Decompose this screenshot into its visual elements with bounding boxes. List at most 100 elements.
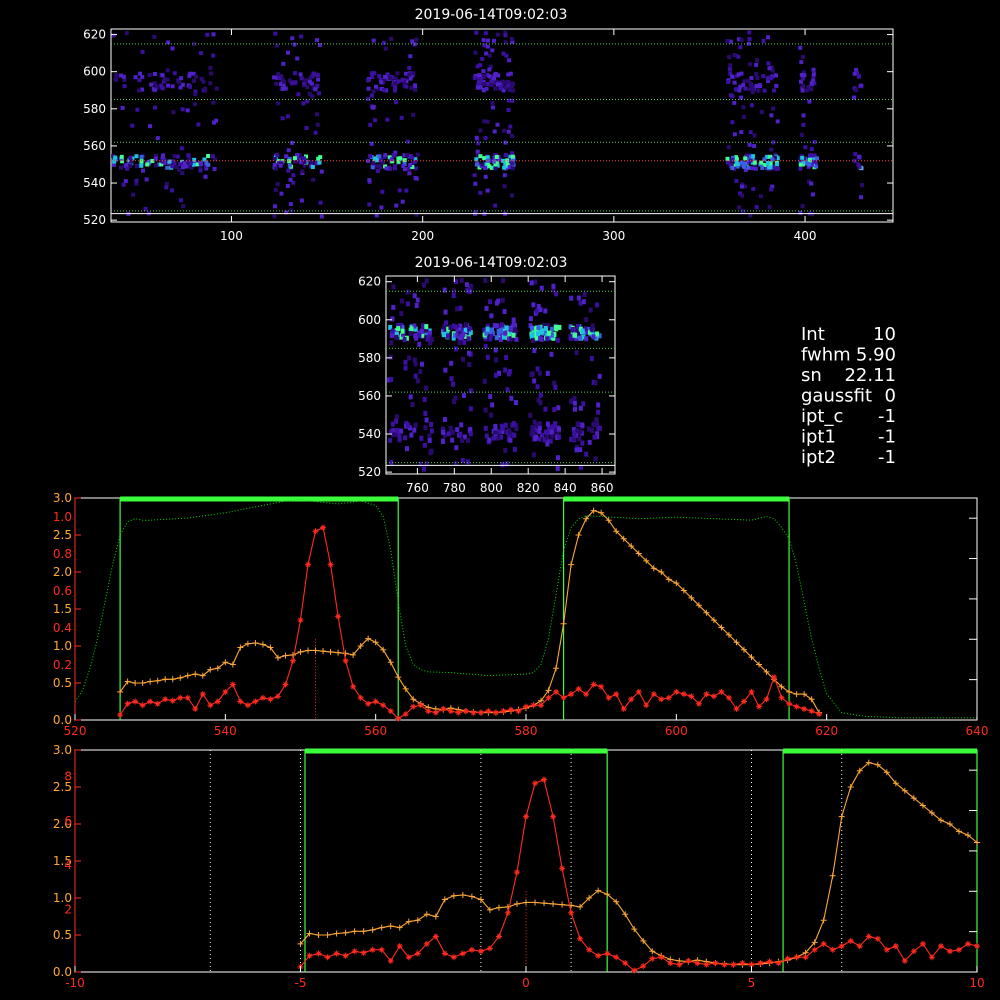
heat-cell — [170, 188, 174, 193]
heat-cell — [279, 191, 284, 196]
heat-cell — [576, 295, 581, 301]
heat-cell — [581, 299, 586, 305]
heat-cell — [490, 402, 495, 408]
heat-cell — [751, 154, 756, 159]
heat-cell — [429, 448, 434, 454]
point-marker — [132, 698, 139, 705]
heat-cell — [143, 206, 148, 211]
heat-cell — [588, 307, 593, 313]
heat-cell — [545, 421, 550, 427]
heat-cell — [371, 38, 376, 43]
heat-cell — [276, 101, 281, 106]
heat-cell — [138, 71, 142, 76]
info-value: -1 — [878, 427, 896, 448]
point-marker — [432, 709, 439, 716]
point-marker — [495, 904, 502, 911]
heat-cell — [422, 397, 427, 402]
point-marker — [532, 780, 539, 787]
heat-cell — [193, 92, 198, 96]
heat-cell — [551, 283, 556, 289]
heat-cell — [206, 154, 211, 158]
point-marker — [604, 950, 611, 957]
heat-cell — [815, 156, 819, 161]
heat-cell — [486, 38, 490, 43]
heat-cell — [481, 69, 486, 74]
heat-cell — [366, 86, 371, 91]
heat-cell — [205, 32, 210, 37]
info-value: 0 — [885, 386, 896, 407]
point-marker — [559, 865, 566, 872]
heat-cell — [758, 84, 762, 89]
point-marker — [710, 693, 717, 700]
heat-cell — [492, 38, 496, 43]
heat-cell — [211, 32, 216, 37]
heat-cell — [164, 185, 169, 190]
heat-cell — [490, 48, 495, 53]
point-marker — [320, 524, 327, 531]
heat-cell — [453, 324, 458, 330]
heat-cell — [500, 297, 505, 303]
heat-cell — [800, 54, 805, 59]
point-marker — [244, 640, 251, 647]
heat-cell — [530, 338, 535, 344]
heat-cell — [385, 117, 390, 122]
heat-cell — [118, 73, 123, 78]
heat-cell — [383, 153, 388, 157]
y-tick-label-red: 8 — [64, 769, 72, 783]
heat-cell — [535, 384, 540, 390]
x-tick-label: 840 — [554, 481, 577, 495]
heat-cell — [510, 193, 514, 198]
heat-cell — [293, 71, 297, 76]
heat-cell — [857, 165, 862, 170]
point-marker — [595, 952, 602, 959]
heat-cell — [374, 84, 378, 89]
heat-cell — [570, 327, 575, 332]
heat-cell — [510, 151, 515, 156]
point-marker — [468, 893, 475, 900]
point-marker — [351, 948, 358, 955]
heat-cell — [807, 158, 812, 162]
heat-cell — [391, 284, 396, 290]
y-tick-label: 600 — [83, 65, 106, 79]
heat-cell — [739, 95, 744, 100]
heat-cell — [275, 153, 280, 158]
heat-cell — [180, 107, 185, 112]
heat-cell — [528, 316, 533, 322]
heat-cell — [304, 78, 309, 83]
point-marker — [468, 946, 475, 953]
heat-cell — [459, 277, 464, 283]
heat-cell — [482, 82, 487, 87]
heat-cell — [487, 53, 492, 58]
heat-cell — [494, 372, 498, 378]
heat-cell — [727, 55, 732, 60]
heat-cell — [532, 419, 537, 425]
heat-cell — [545, 336, 550, 342]
heat-cell — [478, 128, 483, 133]
info-value: 10 — [873, 324, 896, 345]
heat-cell — [308, 75, 313, 80]
point-marker — [550, 900, 557, 907]
heat-cell — [424, 324, 429, 330]
heat-cell — [149, 82, 154, 87]
heat-cell — [203, 174, 208, 179]
point-marker — [820, 940, 827, 947]
heat-cell — [496, 298, 501, 304]
point-marker — [369, 926, 376, 933]
heat-cell — [113, 155, 118, 160]
heat-cell — [455, 306, 460, 312]
heat-cell — [396, 79, 401, 84]
point-marker — [568, 561, 575, 568]
point-marker — [305, 647, 312, 654]
point-marker — [267, 696, 274, 703]
point-marker — [351, 928, 358, 935]
heat-cell — [453, 395, 458, 401]
heat-cell — [393, 88, 397, 93]
point-marker — [177, 674, 184, 681]
heat-cell — [597, 425, 602, 431]
heat-cell — [545, 370, 550, 376]
heat-cell — [402, 337, 407, 343]
y-tick-label: 600 — [358, 313, 381, 327]
heat-cell — [485, 82, 490, 86]
point-marker — [192, 671, 199, 678]
x-tick-label: 600 — [665, 724, 688, 738]
